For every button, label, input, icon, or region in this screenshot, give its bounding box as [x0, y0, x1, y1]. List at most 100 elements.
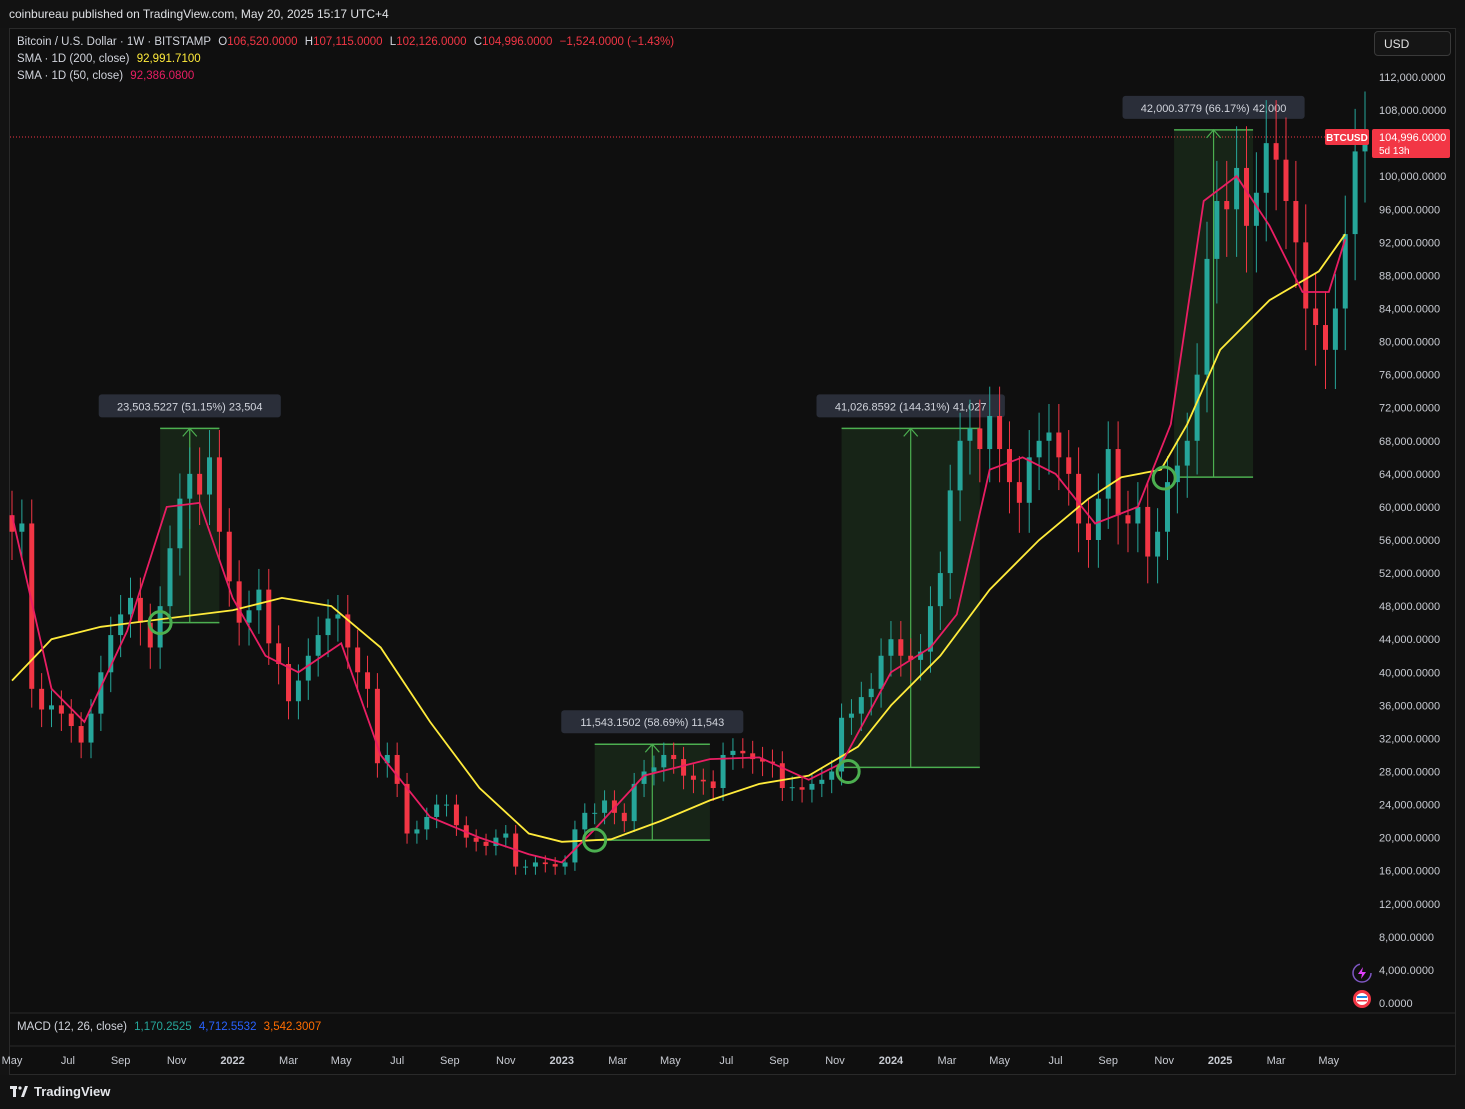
- us-flag-icon[interactable]: [1353, 990, 1371, 1008]
- candle-body: [216, 457, 222, 532]
- price-axis-label: 52,000.0000: [1379, 568, 1440, 580]
- candle-body: [246, 610, 252, 623]
- lightning-icon[interactable]: [1352, 963, 1372, 983]
- candle-body: [49, 705, 55, 710]
- candle-body: [829, 771, 835, 780]
- candle-body: [325, 618, 331, 636]
- candle-body: [1076, 473, 1082, 524]
- price-chart[interactable]: 23,503.5227 (51.15%) 23,504 11,543.1502 (…: [0, 0, 1465, 1109]
- candle-body: [562, 862, 568, 867]
- range-label: 11,543.1502 (58.69%) 11,543: [580, 717, 724, 729]
- candle-body: [1303, 242, 1309, 309]
- candle-body: [68, 713, 74, 727]
- macd-value-3: 3,542.3007: [263, 1021, 322, 1033]
- price-axis-label: 96,000.0000: [1379, 204, 1440, 216]
- candle-body: [552, 864, 558, 867]
- range-label: 42,000.3779 (66.17%) 42,000: [1141, 103, 1287, 115]
- last-price-tag[interactable]: BTCUSD 104,996.0000 5d 13h: [1325, 129, 1450, 158]
- candle-body: [295, 680, 301, 702]
- price-axis-label: 64,000.0000: [1379, 469, 1440, 481]
- price-axis-label: 24,000.0000: [1379, 800, 1440, 812]
- price-axis-label: 112,000.0000: [1379, 72, 1445, 84]
- candle-body: [681, 759, 687, 776]
- time-axis-label: Nov: [167, 1055, 187, 1067]
- price-axis-label: 0.0000: [1379, 998, 1413, 1010]
- candle-body: [740, 750, 746, 754]
- candle-body: [572, 829, 578, 863]
- candle-body: [720, 754, 726, 789]
- candle-body: [1234, 167, 1240, 210]
- time-axis-label: Nov: [496, 1055, 516, 1067]
- candle-body: [1006, 449, 1012, 483]
- price-axis-label: 36,000.0000: [1379, 700, 1440, 712]
- price-axis-label: 40,000.0000: [1379, 667, 1440, 679]
- price-axis-label: 28,000.0000: [1379, 767, 1440, 779]
- tradingview-logo[interactable]: TradingView: [10, 1084, 110, 1099]
- price-axis-label: 4,000.0000: [1379, 965, 1434, 977]
- candle-body: [848, 713, 854, 718]
- range-label: 23,503.5227 (51.15%) 23,504: [117, 401, 263, 413]
- candle-body: [700, 779, 706, 782]
- price-axis-label: 56,000.0000: [1379, 535, 1440, 547]
- candle-body: [1085, 523, 1091, 540]
- price-axis-label: 76,000.0000: [1379, 370, 1440, 382]
- time-axis-label: Jul: [719, 1055, 733, 1067]
- candle-body: [1026, 457, 1032, 503]
- time-axis-label: Mar: [279, 1055, 298, 1067]
- candle-body: [78, 726, 84, 743]
- candle-body: [315, 635, 321, 656]
- candle-body: [236, 581, 242, 623]
- price-axis-label: 108,000.0000: [1379, 105, 1446, 117]
- price-axis-label: 8,000.0000: [1379, 932, 1434, 944]
- candle-body: [937, 573, 943, 607]
- candle-body: [128, 597, 134, 615]
- time-axis-label: May: [660, 1055, 681, 1067]
- candle-body: [1115, 449, 1121, 516]
- candle-body: [1066, 457, 1072, 474]
- range-label: 41,026.8592 (144.31%) 41,027: [835, 401, 987, 413]
- candle-body: [532, 862, 538, 867]
- candle-body: [710, 781, 716, 789]
- time-axis-label: May: [2, 1055, 23, 1067]
- time-axis-label: 2023: [550, 1055, 574, 1067]
- candle-body: [19, 523, 25, 532]
- price-range-drawings[interactable]: 23,503.5227 (51.15%) 23,504 11,543.1502 (…: [98, 95, 1305, 841]
- price-axis-label: 68,000.0000: [1379, 436, 1440, 448]
- candle-body: [1135, 506, 1141, 524]
- macd-value-2: 4,712.5532: [198, 1021, 257, 1033]
- candle-body: [819, 779, 825, 784]
- time-axis-label: Jul: [61, 1055, 75, 1067]
- candle-body: [1224, 201, 1230, 210]
- candle-body: [868, 688, 874, 698]
- price-axis-label: 84,000.0000: [1379, 304, 1440, 316]
- candle-body: [1243, 167, 1249, 226]
- price-axis-label: 44,000.0000: [1379, 634, 1440, 646]
- time-axis-label: Mar: [937, 1055, 956, 1067]
- candle-body: [266, 589, 272, 644]
- candle-body: [967, 428, 973, 441]
- candle-body: [335, 614, 341, 619]
- candle-body: [256, 589, 262, 611]
- price-tag-countdown: 5d 13h: [1379, 146, 1410, 157]
- price-axis-label: 88,000.0000: [1379, 270, 1440, 282]
- time-axis-label: Nov: [1154, 1055, 1174, 1067]
- candle-body: [1263, 143, 1269, 193]
- candle-body: [858, 697, 864, 714]
- candle-body: [582, 812, 588, 830]
- candle-body: [1352, 151, 1358, 235]
- time-axis[interactable]: May Jul Sep Nov 2022 Mar May Jul Sep Nov 2023 Mar Ma…: [2, 1055, 1340, 1067]
- price-axis[interactable]: 112,000.0000 108,000.0000 100,000.0000 96,0…: [1379, 72, 1446, 1010]
- candle-body: [355, 647, 361, 673]
- candle-body: [987, 415, 993, 450]
- candle-body: [98, 672, 104, 714]
- candle-body: [690, 775, 696, 780]
- candle-body: [542, 862, 548, 865]
- candle-body: [809, 783, 815, 790]
- candle-body: [671, 754, 677, 760]
- candle-body: [1145, 506, 1151, 557]
- candle-body: [1322, 325, 1328, 350]
- crossover-circle: [1151, 465, 1177, 491]
- macd-legend-row[interactable]: MACD (12, 26, close) 1,170.2525 4,712.55…: [17, 1021, 325, 1033]
- candle-body: [947, 490, 953, 574]
- candle-body: [523, 866, 529, 868]
